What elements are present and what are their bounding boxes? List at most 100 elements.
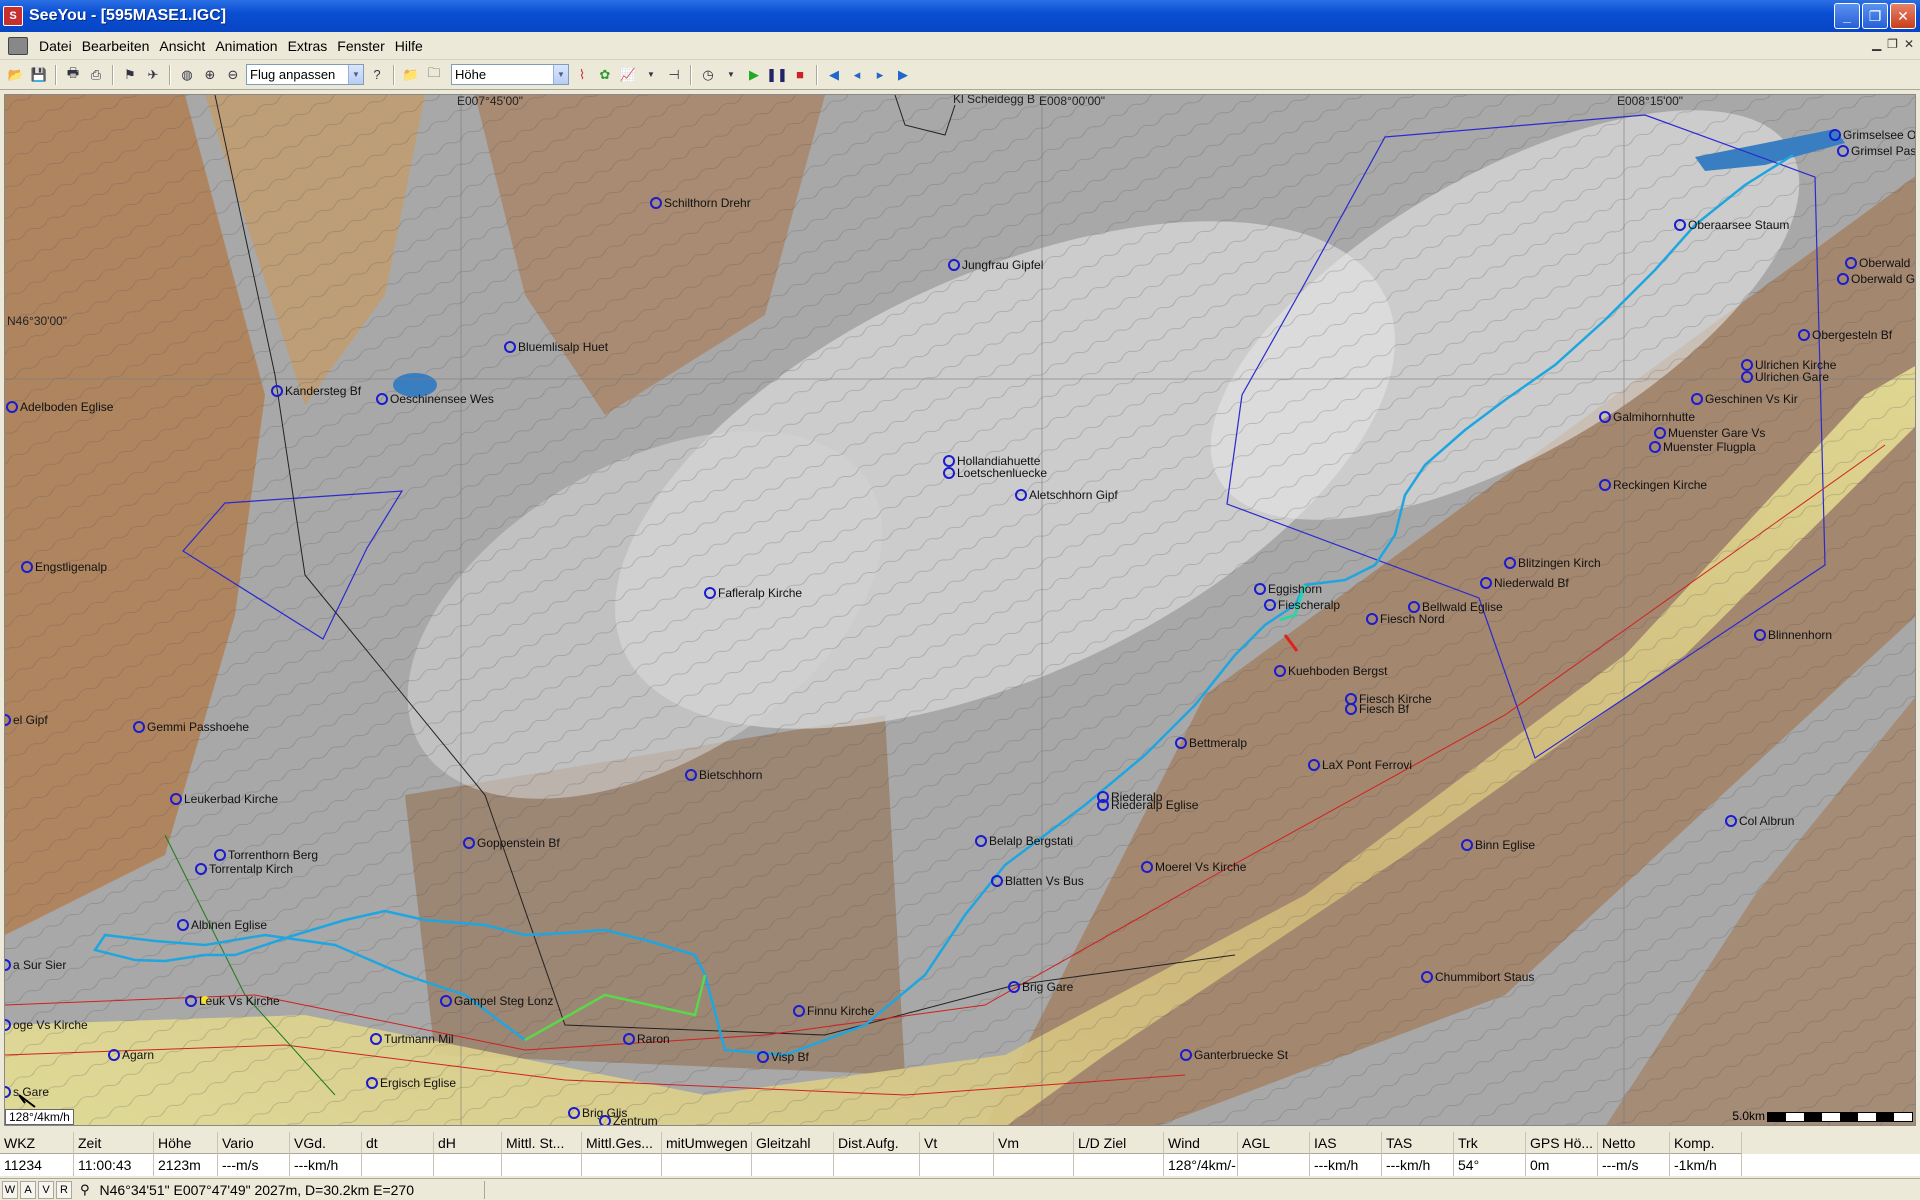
column-header[interactable]: dH [434,1132,502,1154]
waypoint-marker[interactable]: Galmihornhutte [1599,410,1695,424]
waypoint-marker[interactable]: Kandersteg Bf [271,384,362,398]
waypoint-marker[interactable]: Muenster Flugpla [1649,440,1756,454]
column-header[interactable]: Netto [1598,1132,1670,1154]
column-header[interactable]: Gleitzahl [752,1132,834,1154]
waypoint-marker[interactable]: Chummibort Staus [1421,970,1534,984]
waypoint-marker[interactable]: Loetschenluecke [943,466,1047,480]
menu-ansicht[interactable]: Ansicht [154,38,210,54]
menu-hilfe[interactable]: Hilfe [390,38,428,54]
waypoint-marker[interactable]: Muenster Gare Vs [1654,426,1765,440]
open-icon[interactable]: 📂 [6,65,26,85]
import-icon[interactable]: 📁 [401,65,421,85]
waypoint-marker[interactable]: Schilthorn Drehr [650,196,751,210]
print-icon[interactable]: 🖶 [63,65,83,85]
next-icon[interactable]: ▸ [870,65,890,85]
zoom-combo[interactable]: Flug anpassen ▼ [246,64,364,85]
column-header[interactable]: mitUmwegen [662,1132,752,1154]
waypoint-marker[interactable]: Ergisch Eglise [366,1076,456,1090]
zoom-out-icon[interactable]: ⊖ [223,65,243,85]
column-header[interactable]: Mittl.Ges... [582,1132,662,1154]
column-header[interactable]: Vario [218,1132,290,1154]
mdi-close-icon[interactable]: ✕ [1904,37,1914,51]
clock-icon[interactable]: ◷ [698,65,718,85]
column-header[interactable]: TAS [1382,1132,1454,1154]
waypoint-marker[interactable]: Goppenstein Bf [463,836,560,850]
waypoint-marker[interactable]: Niederwald Bf [1480,576,1569,590]
column-header[interactable]: Dist.Aufg. [834,1132,920,1154]
chevron-down-icon[interactable]: ▼ [553,65,568,84]
waypoint-marker[interactable]: Torrenthorn Berg [214,848,318,862]
seeyou-app-icon[interactable]: S [3,6,23,26]
waypoint-marker[interactable]: Grimselsee Os [1829,128,1916,142]
waypoint-marker[interactable]: Ganterbruecke St [1180,1048,1289,1062]
column-header[interactable]: Mittl. St... [502,1132,582,1154]
terrain-map[interactable]: E007°45'00" E008°00'00" E008°15'00" N46°… [5,95,1916,1126]
waypoint-marker[interactable]: Geschinen Vs Kir [1691,392,1798,406]
waypoint-marker[interactable]: Aletschhorn Gipf [1015,488,1118,502]
column-header[interactable]: L/D Ziel [1074,1132,1164,1154]
waypoint-marker[interactable]: Blitzingen Kirch [1504,556,1601,570]
waypoint-marker[interactable]: Blatten Vs Bus [991,874,1084,888]
column-header[interactable]: Höhe [154,1132,218,1154]
document-icon[interactable] [8,36,28,55]
dropdown-icon[interactable]: ▼ [721,65,741,85]
waypoint-marker[interactable]: oge Vs Kirche [5,1018,88,1032]
save-icon[interactable]: 💾 [29,65,49,85]
close-button[interactable]: ✕ [1890,3,1916,29]
column-header[interactable]: AGL [1238,1132,1310,1154]
mdi-minimize-icon[interactable]: ▁ [1872,37,1881,51]
menu-datei[interactable]: Datei [34,38,77,54]
waypoint-marker[interactable]: Albinen Eglise [177,918,267,932]
column-header[interactable]: dt [362,1132,434,1154]
waypoint-marker[interactable]: Leukerbad Kirche [170,792,278,806]
waypoint-marker[interactable]: Oberaarsee Staum [1674,218,1789,232]
play-icon[interactable]: ▶ [744,65,764,85]
waypoint-marker[interactable]: Gemmi Passhoehe [133,720,249,734]
column-header[interactable]: Komp. [1670,1132,1742,1154]
waypoint-marker[interactable]: Leuk Vs Kirche [185,994,280,1008]
column-header[interactable]: Wind [1164,1132,1238,1154]
minimize-button[interactable]: _ [1834,3,1860,29]
waypoint-marker[interactable]: Turtmann Mil [370,1032,454,1046]
waypoint-marker[interactable]: Gampel Steg Lonz [440,994,553,1008]
column-header[interactable]: VGd. [290,1132,362,1154]
previous-icon[interactable]: ◂ [847,65,867,85]
column-header[interactable]: IAS [1310,1132,1382,1154]
parameter-combo[interactable]: Höhe ▼ [451,64,569,85]
help-pointer-icon[interactable]: ? [367,65,387,85]
globe-icon[interactable]: ◍ [177,65,197,85]
optimize-icon[interactable]: ✈ [143,65,163,85]
print-preview-icon[interactable]: ⎙ [86,65,106,85]
column-header[interactable]: Vm [994,1132,1074,1154]
status-button-r[interactable]: R [56,1180,72,1199]
waypoint-marker[interactable]: Bluemlisalp Huet [504,340,609,354]
zoom-in-icon[interactable]: ⊕ [200,65,220,85]
waypoint-marker[interactable]: Jungfrau Gipfel [948,258,1043,272]
waypoint-marker[interactable]: Obergesteln Bf [1798,328,1893,342]
waypoint-marker[interactable]: Moerel Vs Kirche [1141,860,1247,874]
map-view[interactable]: E007°45'00" E008°00'00" E008°15'00" N46°… [4,94,1916,1126]
task-icon[interactable]: ⚑ [120,65,140,85]
status-button-a[interactable]: A [20,1180,36,1199]
restore-button[interactable]: ❐ [1862,3,1888,29]
column-header[interactable]: WKZ [0,1132,74,1154]
menu-animation[interactable]: Animation [210,38,282,54]
column-header[interactable]: Vt [920,1132,994,1154]
pause-icon[interactable]: ❚❚ [766,65,788,85]
tree-icon[interactable]: ✿ [595,65,615,85]
last-icon[interactable]: ▶ [893,65,913,85]
waypoint-marker[interactable]: Adelboden Eglise [6,400,114,414]
stop-icon[interactable]: ■ [790,65,810,85]
waypoint-marker[interactable]: Fafleralp Kirche [704,586,802,600]
waypoint-marker[interactable]: Kuehboden Bergst [1274,664,1388,678]
waypoint-marker[interactable]: Oeschinensee Wes [376,392,494,406]
column-header[interactable]: GPS Hö... [1526,1132,1598,1154]
waypoint-marker[interactable]: Ulrichen Gare [1741,370,1829,384]
waypoint-marker[interactable]: LaX Pont Ferrovi [1308,758,1412,772]
menu-extras[interactable]: Extras [283,38,333,54]
mdi-restore-icon[interactable]: ❐ [1887,37,1898,51]
status-button-w[interactable]: W [2,1180,18,1199]
dropdown-icon[interactable]: ▼ [641,65,661,85]
column-header[interactable]: Trk [1454,1132,1526,1154]
waypoint-marker[interactable]: Riederalp Eglise [1097,798,1199,812]
